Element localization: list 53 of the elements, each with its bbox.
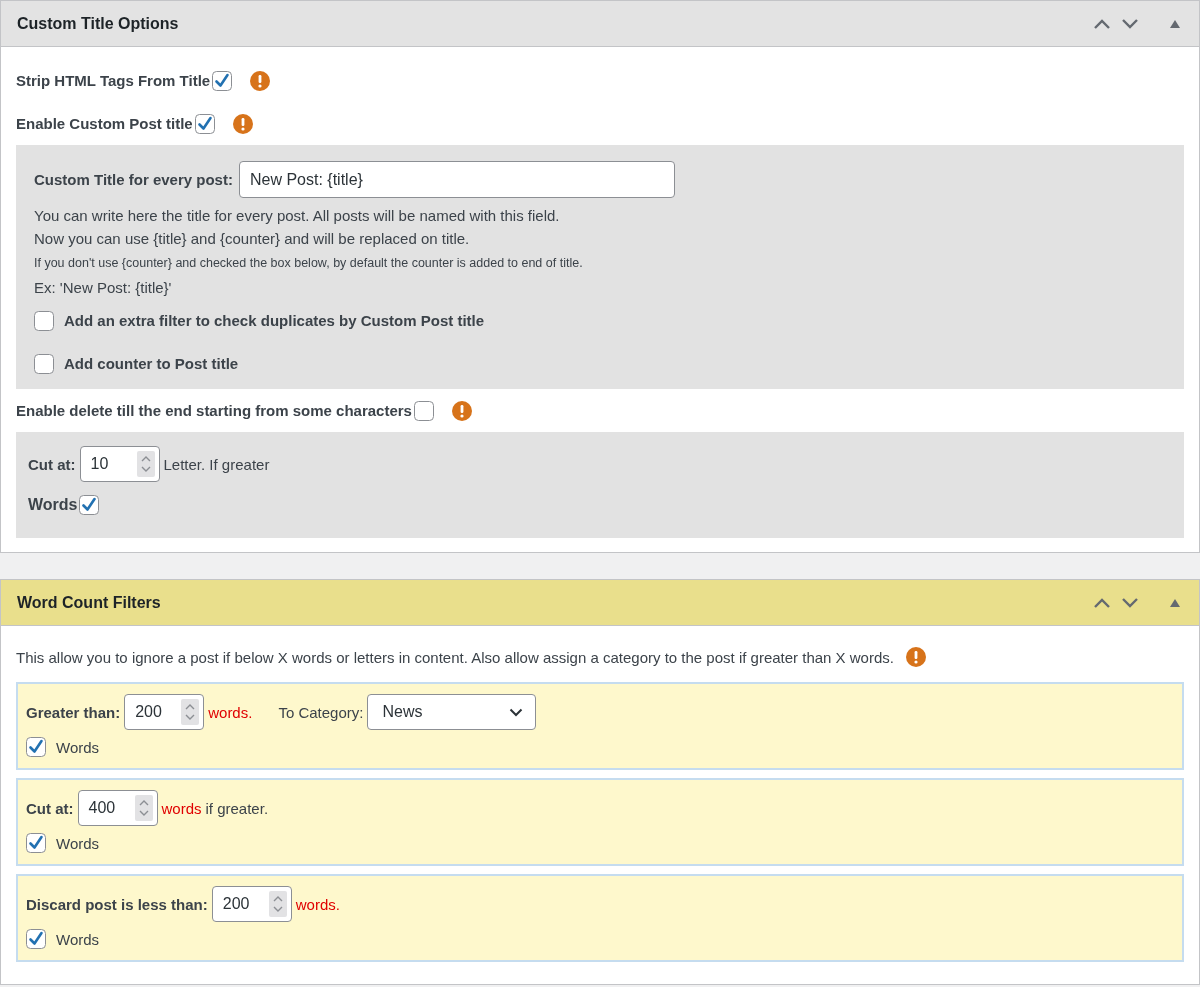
checkbox[interactable] (26, 833, 46, 853)
option-label: Words (56, 834, 100, 852)
option-label: Add an extra filter to check duplicates by Custom Post title (64, 312, 485, 329)
description-text: This allow you to ignore a post if below X words or letters in content. Also allow assign a category to the post if greater than X words. (16, 648, 894, 666)
field-label: Cut at: (26, 799, 74, 817)
checkbox[interactable] (212, 70, 233, 91)
help-text: Now you can use {title} and {counter} and will be replaced on title. (34, 229, 471, 249)
chevron-down-icon[interactable] (1121, 596, 1139, 609)
option-label: Words (56, 930, 100, 948)
option-label: Add counter to Post title (64, 355, 239, 372)
checkbox[interactable] (79, 495, 100, 515)
title-input-field[interactable]: New Post: {title} (238, 161, 675, 198)
option-label: Enable Custom Post title (16, 115, 193, 132)
spinner-icon[interactable] (136, 451, 155, 477)
chevron-down-icon[interactable] (1121, 17, 1139, 30)
category-dropdown[interactable]: News (367, 694, 537, 730)
spinner-icon[interactable] (134, 795, 153, 821)
unit-text: words (161, 799, 202, 817)
chevron-up-icon[interactable] (1093, 17, 1111, 30)
spinner-icon[interactable] (268, 891, 287, 917)
unit-text: words. (208, 703, 253, 721)
checkbox[interactable] (26, 929, 46, 949)
checkbox[interactable] (194, 113, 215, 134)
checkbox[interactable] (413, 400, 434, 421)
option-label: Words (28, 496, 78, 514)
checkbox[interactable] (34, 353, 54, 374)
suffix-text: Letter. If greater (163, 455, 270, 473)
unit-text: words. (295, 895, 340, 913)
number-field[interactable]: 10 (79, 446, 160, 482)
help-text: You can write here the title for every post. All posts will be named with this field. (34, 206, 561, 226)
panel-title: Word Count Filters (17, 593, 162, 612)
option-label: Strip HTML Tags From Title (16, 72, 211, 89)
category-label: To Category: (278, 703, 364, 721)
suffix-text: if greater. (205, 799, 269, 817)
checkbox[interactable] (26, 737, 46, 757)
field-label: Cut at: (28, 455, 76, 473)
number-field[interactable]: 400 (77, 790, 158, 826)
help-text: If you don't use {counter} and checked the box below, by default the counter is added to end of title. (34, 255, 584, 272)
number-field[interactable]: 200 (211, 886, 292, 922)
option-label: Words (56, 738, 100, 756)
field-label: Discard post is less than: (26, 895, 208, 913)
field-label: Greater than: (26, 703, 121, 721)
spinner-icon[interactable] (181, 699, 200, 725)
chevron-up-icon[interactable] (1093, 596, 1111, 609)
triangle-up-icon[interactable] (1169, 597, 1181, 608)
chevron-down-icon (509, 707, 524, 717)
checkbox[interactable] (34, 310, 54, 331)
field-label: Custom Title for every post: (34, 171, 233, 188)
triangle-up-icon[interactable] (1169, 18, 1181, 29)
option-label: Enable delete till the end starting from some characters (16, 402, 412, 419)
help-text: Ex: 'New Post: {title}' (34, 278, 173, 298)
number-field[interactable]: 200 (124, 694, 205, 730)
panel-title: Custom Title Options (17, 14, 180, 33)
